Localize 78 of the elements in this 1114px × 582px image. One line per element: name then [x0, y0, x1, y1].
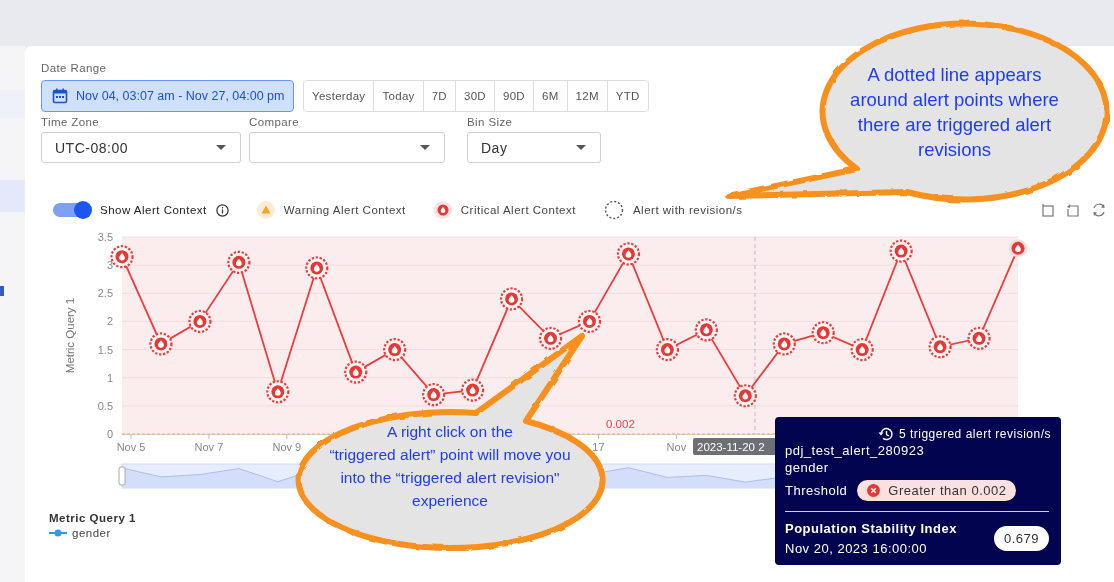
info-icon[interactable] — [215, 203, 229, 217]
axis-tick-label: 0 — [106, 428, 113, 440]
field-label: Time Zone — [41, 115, 101, 129]
alert-marker[interactable] — [733, 384, 757, 408]
history-icon — [877, 426, 894, 442]
alert-marker[interactable] — [967, 326, 991, 350]
error-icon — [867, 484, 881, 497]
axis-tick-label: 0.5 — [97, 399, 113, 412]
calendar-icon — [52, 88, 68, 104]
alert-marker[interactable] — [538, 326, 563, 350]
square-icon[interactable] — [1041, 203, 1055, 217]
undo-icon[interactable] — [1066, 203, 1080, 217]
alert-marker[interactable] — [928, 335, 952, 359]
pointer-label: 2023-11-20 2 — [697, 440, 765, 453]
dropdown-field[interactable]: Day — [467, 132, 601, 163]
axis-tick-label: Nov — [666, 441, 687, 453]
alert-marker[interactable] — [305, 256, 329, 280]
legend-label: Critical Alert Context — [460, 204, 576, 216]
dropdown-field[interactable] — [249, 132, 445, 163]
alert-marker[interactable] — [499, 287, 524, 311]
metric-value: 0.679 — [993, 526, 1049, 551]
axis-tick-label: 3.5 — [97, 231, 113, 243]
alert-marker[interactable] — [188, 309, 212, 334]
field-name: gender — [785, 459, 829, 476]
axis-tick-label: Nov 9 — [272, 441, 302, 453]
axis-tick-label: Nov 7 — [194, 441, 224, 453]
dropdown-field[interactable]: UTC-08:00 — [41, 132, 241, 163]
alert-marker[interactable] — [811, 321, 835, 345]
alert-marker[interactable] — [383, 337, 407, 362]
alert-marker[interactable] — [461, 378, 485, 402]
legend-label: gender — [72, 527, 111, 539]
alert-marker[interactable] — [889, 239, 913, 263]
threshold-label: 0.002 — [606, 418, 635, 430]
alert-marker[interactable] — [266, 380, 290, 404]
toggle-switch[interactable] — [53, 203, 90, 217]
legend-label: Warning Alert Context — [283, 204, 406, 216]
alert-marker[interactable] — [422, 383, 446, 407]
alert-marker[interactable] — [694, 318, 718, 342]
alert-marker[interactable] — [344, 360, 368, 384]
toggle-label: Show Alert Context — [100, 204, 207, 216]
alert-marker[interactable] — [616, 242, 641, 266]
threshold-value: Greater than 0.002 — [888, 483, 1007, 498]
axis-tick-label: 1 — [106, 371, 113, 384]
metric-name: Population Stability Index — [785, 520, 957, 537]
axis-tick-label: 2.5 — [97, 287, 113, 300]
dotted-circle-icon — [603, 200, 624, 220]
alert-marker[interactable] — [149, 332, 173, 356]
range-preset-button[interactable]: YTD — [606, 81, 648, 111]
field-label: Date Range — [41, 61, 107, 75]
threshold-label: Threshold — [785, 483, 848, 498]
alert-marker[interactable] — [772, 332, 796, 356]
caret-icon — [420, 144, 430, 151]
callout-text: A dotted line appears around alert points where there are triggered alert revisions — [849, 63, 1060, 162]
alert-marker[interactable] — [227, 250, 251, 274]
caret-icon — [576, 144, 586, 151]
date-range-button[interactable]: Nov 04, 03:07 am - Nov 27, 04:00 pm — [41, 80, 294, 112]
field-label: Bin Size — [467, 115, 514, 129]
refresh-icon[interactable] — [1091, 202, 1107, 218]
alert-name: pdj_test_alert_280923 — [785, 442, 925, 459]
alert-marker[interactable] — [1009, 239, 1027, 258]
alert-marker[interactable] — [850, 337, 874, 362]
axis-tick-label: 1.5 — [97, 343, 113, 356]
series-line-icon — [49, 529, 67, 537]
axis-tick-label: 17 — [592, 441, 605, 453]
axis-tick-label: 2 — [106, 315, 113, 328]
field-label: Compare — [249, 115, 301, 129]
caret-icon — [216, 144, 226, 151]
axis-title: Metric Query 1 — [64, 297, 76, 374]
legend-label: Alert with revision/s — [632, 204, 743, 216]
revision-count: 5 triggered alert revision/s — [898, 427, 1051, 441]
alert-marker[interactable] — [655, 337, 679, 362]
axis-tick-label: 3 — [106, 259, 113, 272]
warning-icon — [256, 201, 275, 219]
critical-alert-icon — [433, 201, 452, 219]
timestamp: Nov 20, 2023 16:00:00 — [785, 540, 929, 557]
alert-marker[interactable] — [577, 309, 602, 334]
axis-tick-label: Nov 5 — [116, 441, 146, 453]
legend-title: Metric Query 1 — [49, 512, 136, 524]
